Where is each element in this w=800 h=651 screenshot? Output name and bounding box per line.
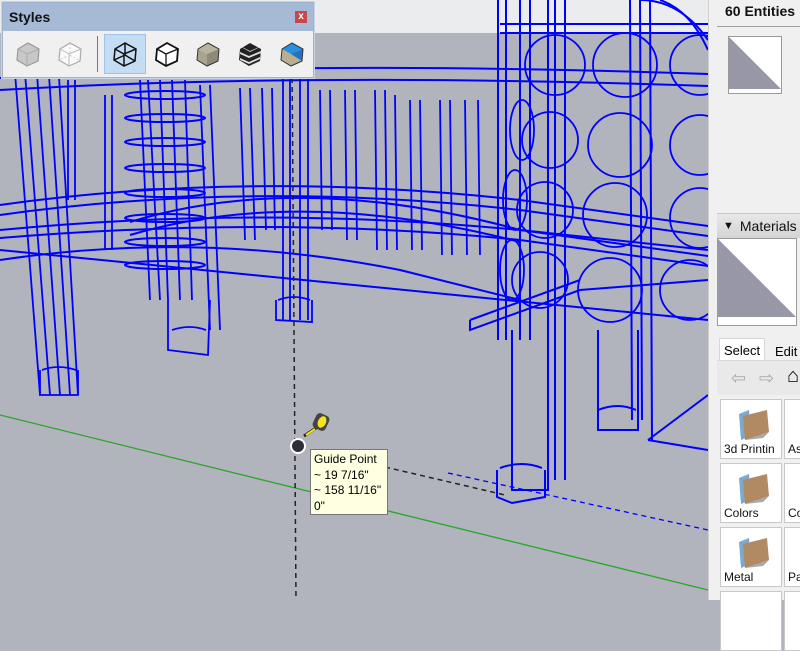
wireframe-cube-icon [112,42,137,67]
monochrome-cube-icon [280,42,304,67]
material-category-asphalt[interactable]: As [784,399,800,459]
tooltip-z-value: 0" [314,498,325,513]
entity-info-title: 60 Entities [725,3,796,19]
divider [717,26,800,27]
styles-toolbar: Styles x [2,2,314,78]
monochrome-style-button[interactable] [271,34,313,74]
textured-cube-icon [239,43,262,66]
material-category-colors-named[interactable]: Co [784,463,800,523]
folder-icon [739,474,769,504]
toolbar-separator [96,36,98,72]
category-label: 3d Printin [724,442,775,456]
tooltip-title: Guide Point [314,452,377,466]
category-label: Colors [724,506,759,520]
materials-tabs: Select Edit [717,336,800,362]
model-viewport[interactable]: Guide Point ~ 19 7/16" ~ 158 11/16" 0" S… [0,0,708,600]
close-button[interactable]: x [295,11,307,23]
current-material-swatch[interactable] [717,238,797,326]
material-category-more[interactable] [720,591,782,651]
hidden-line-cube-icon [154,41,179,68]
back-arrow-icon[interactable]: ⇦ [731,368,746,389]
home-icon[interactable]: ⌂ [787,365,799,388]
category-label: Pa [788,570,800,584]
styles-toolbar-titlebar[interactable]: Styles x [3,3,313,31]
tab-select[interactable]: Select [719,338,766,361]
forward-arrow-icon[interactable]: ⇨ [759,368,774,389]
tape-measure-icon [303,413,330,438]
category-label: As [788,442,800,456]
back-edges-style-button[interactable] [49,34,91,74]
material-category-more[interactable] [784,591,800,651]
category-label: Metal [724,570,754,584]
tooltip-y-value: ~ 158 11/16" [314,483,382,497]
material-category-metal[interactable]: Metal [720,527,782,587]
entity-material-swatch[interactable] [728,36,782,94]
material-category-3d-printing[interactable]: 3d Printin [720,399,782,459]
folder-icon [739,538,769,568]
styles-toolbar-title: Styles [9,9,51,25]
wireframe-style-button[interactable] [103,34,146,74]
category-label: Co [788,506,800,520]
shaded-style-button[interactable] [187,34,229,74]
materials-panel-header[interactable]: ▼ Materials [717,213,800,238]
tooltip-x-value: ~ 19 7/16" [314,467,369,482]
xray-style-button[interactable] [7,34,49,74]
back-edges-cube-icon [58,42,82,67]
collapse-triangle-icon: ▼ [723,220,734,232]
materials-nav-bar: ⇦ ⇨ ⌂ [717,360,800,395]
default-tray: 60 Entities ▼ Materials Select Edit ⇦ ⇨ … [708,0,800,651]
materials-title: Materials [739,218,797,234]
material-category-colors[interactable]: Colors [720,463,782,523]
guide-point-tooltip: Guide Point ~ 19 7/16" ~ 158 11/16" 0" [310,449,388,515]
textured-style-button[interactable] [229,34,271,74]
material-category-patterns[interactable]: Pa [784,527,800,587]
material-preview-icon [718,239,796,317]
folder-icon [739,410,769,440]
material-preview-icon [729,37,781,89]
xray-cube-icon [16,42,40,67]
shaded-cube-icon [196,42,220,67]
hidden-line-style-button[interactable] [146,34,188,74]
tab-edit[interactable]: Edit [771,340,800,362]
